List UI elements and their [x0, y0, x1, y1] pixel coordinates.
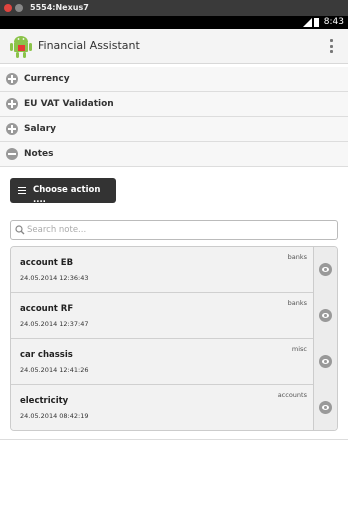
- overflow-menu-icon[interactable]: [330, 39, 334, 53]
- section-label: Salary: [24, 124, 57, 134]
- notes-list: account EB 24.05.2014 12:36:43 banks acc…: [10, 246, 338, 431]
- section-notes[interactable]: Notes: [0, 142, 348, 167]
- note-date: 24.05.2014 08:42:19: [20, 412, 89, 420]
- minimize-window-icon[interactable]: [15, 4, 23, 12]
- collapse-minus-icon: [6, 148, 18, 160]
- section-label: Currency: [24, 74, 70, 84]
- section-label: Notes: [24, 149, 54, 159]
- note-name: account RF: [20, 304, 74, 314]
- menu-bars-icon: [18, 187, 26, 194]
- section-label: EU VAT Validation: [24, 99, 114, 109]
- search-icon: [15, 225, 25, 235]
- note-name: account EB: [20, 258, 74, 268]
- view-note-button[interactable]: [313, 293, 337, 339]
- signal-icon: [303, 18, 312, 27]
- eye-icon: [319, 401, 332, 414]
- list-item[interactable]: electricity 24.05.2014 08:42:19 accounts: [11, 385, 337, 430]
- note-date: 24.05.2014 12:37:47: [20, 320, 89, 328]
- view-note-button[interactable]: [313, 339, 337, 385]
- note-category: banks: [287, 299, 307, 307]
- expand-plus-icon: [6, 123, 18, 135]
- eye-icon: [319, 263, 332, 276]
- status-bar: 8:43: [0, 16, 348, 29]
- section-eu-vat-validation[interactable]: EU VAT Validation: [0, 92, 348, 117]
- view-note-button[interactable]: [313, 385, 337, 430]
- app-title: Financial Assistant: [38, 39, 140, 52]
- section-salary[interactable]: Salary: [0, 117, 348, 142]
- eye-icon: [319, 309, 332, 322]
- note-open-area[interactable]: electricity 24.05.2014 08:42:19 accounts: [11, 385, 315, 430]
- list-item[interactable]: account RF 24.05.2014 12:37:47 banks: [11, 293, 337, 339]
- note-category: misc: [291, 345, 307, 353]
- note-name: electricity: [20, 396, 69, 406]
- note-category: accounts: [277, 391, 307, 399]
- note-date: 24.05.2014 12:41:26: [20, 366, 89, 374]
- eye-icon: [319, 355, 332, 368]
- choose-action-label: Choose action ....: [33, 185, 101, 205]
- search-note-field[interactable]: [10, 220, 338, 240]
- note-name: car chassis: [20, 350, 73, 360]
- emulator-title-bar: 5554:Nexus7: [0, 0, 348, 16]
- android-robot-icon: [10, 36, 32, 58]
- section-currency[interactable]: Currency: [0, 67, 348, 92]
- status-clock: 8:43: [323, 17, 344, 27]
- note-open-area[interactable]: car chassis 24.05.2014 12:41:26 misc: [11, 339, 315, 385]
- list-item[interactable]: account EB 24.05.2014 12:36:43 banks: [11, 247, 337, 293]
- note-open-area[interactable]: account RF 24.05.2014 12:37:47 banks: [11, 293, 315, 339]
- list-item[interactable]: car chassis 24.05.2014 12:41:26 misc: [11, 339, 337, 385]
- note-date: 24.05.2014 12:36:43: [20, 274, 89, 282]
- view-note-button[interactable]: [313, 247, 337, 293]
- expand-plus-icon: [6, 73, 18, 85]
- battery-icon: [314, 18, 319, 27]
- note-category: banks: [287, 253, 307, 261]
- choose-action-button[interactable]: Choose action ....: [10, 178, 116, 205]
- expand-plus-icon: [6, 98, 18, 110]
- note-open-area[interactable]: account EB 24.05.2014 12:36:43 banks: [11, 247, 315, 293]
- close-window-icon[interactable]: [4, 4, 12, 12]
- action-bar: Financial Assistant: [0, 29, 348, 64]
- search-input[interactable]: [27, 223, 327, 237]
- window-title: 5554:Nexus7: [30, 3, 89, 12]
